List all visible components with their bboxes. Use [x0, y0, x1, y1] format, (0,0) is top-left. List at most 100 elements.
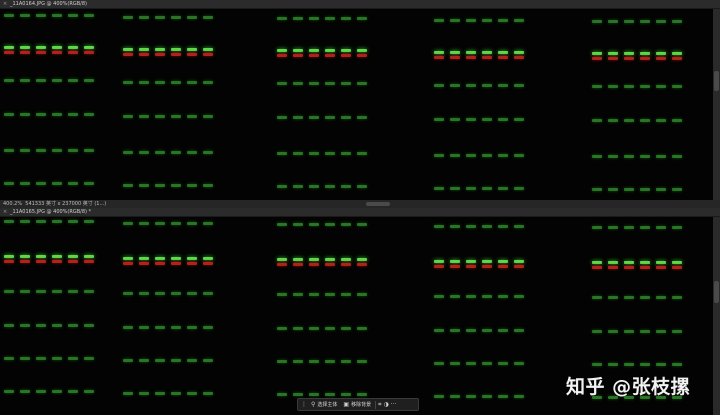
led-glow	[4, 149, 14, 152]
contextual-task-bar: ⋮ ⚲ 选择主体 ▣ 移除背景 ⌗ ◑ ···	[297, 398, 419, 411]
led-glow	[36, 46, 46, 49]
scrollbar-thumb[interactable]	[714, 71, 719, 91]
led-glow-red	[309, 263, 319, 267]
led-glow	[656, 155, 666, 159]
led-glow	[202, 183, 213, 187]
transform-icon[interactable]: ⌗	[378, 401, 381, 409]
led-glow	[154, 150, 165, 154]
led-glow-red	[138, 261, 149, 265]
led-glow	[481, 153, 492, 157]
led-glow-red	[293, 54, 303, 58]
led-glow	[672, 52, 682, 56]
horizontal-scrollbar-thumb[interactable]	[366, 202, 390, 206]
led-glow	[68, 46, 78, 49]
led-glow	[68, 113, 78, 116]
close-tab-icon[interactable]: ×	[3, 208, 10, 217]
led-glow	[170, 256, 181, 260]
led-glow	[202, 325, 213, 329]
led-glow	[624, 119, 634, 123]
led-glow	[357, 152, 367, 156]
vertical-scrollbar-bottom[interactable]	[713, 217, 720, 415]
led-glow-red	[341, 54, 351, 58]
led-glow	[449, 394, 460, 398]
led-glow	[309, 152, 319, 156]
led-glow	[624, 52, 634, 56]
led-glow	[341, 152, 351, 156]
led-glow-red	[357, 54, 367, 58]
led-glow	[68, 182, 78, 185]
led-glow	[465, 328, 476, 332]
led-glow	[186, 391, 197, 395]
led-glow	[624, 226, 634, 230]
led-glow	[481, 361, 492, 365]
led-glow	[52, 46, 62, 49]
led-glow-red	[68, 260, 78, 263]
scrollbar-thumb[interactable]	[714, 281, 719, 303]
led-glow	[170, 325, 181, 329]
led-glow	[433, 186, 444, 190]
led-glow	[186, 256, 197, 260]
led-glow-red	[68, 51, 78, 54]
led-glow	[154, 15, 165, 19]
more-options-icon[interactable]: ···	[391, 401, 397, 408]
led-glow	[309, 17, 319, 21]
led-glow-red	[325, 54, 335, 58]
document-tab-top[interactable]: × _11A0164.JPG @ 400%(RGB/8)	[0, 0, 720, 9]
led-glow	[449, 186, 460, 190]
led-glow	[656, 261, 666, 265]
led-glow	[608, 226, 618, 230]
led-glow	[20, 324, 30, 327]
led-glow	[84, 149, 94, 152]
led-glow	[656, 52, 666, 56]
led-glow	[608, 155, 618, 159]
led-glow	[4, 79, 14, 82]
led-glow	[497, 394, 508, 398]
adjustment-icon[interactable]: ◑	[384, 401, 389, 408]
led-glow	[154, 325, 165, 329]
led-glow	[640, 85, 650, 89]
led-glow-red	[52, 51, 62, 54]
led-glow	[513, 394, 524, 398]
led-glow	[4, 113, 14, 116]
led-glow	[465, 294, 476, 298]
led-glow	[672, 20, 682, 24]
led-glow	[592, 20, 602, 24]
remove-background-button[interactable]: ▣ 移除背景	[341, 400, 373, 409]
led-glow	[277, 82, 287, 86]
led-glow	[122, 256, 133, 260]
led-glow	[122, 80, 133, 84]
zoom-level[interactable]: 400.2%	[3, 201, 22, 207]
drag-handle-icon[interactable]: ⋮	[301, 401, 307, 408]
select-subject-button[interactable]: ⚲ 选择主体	[309, 400, 339, 409]
led-glow	[293, 185, 303, 189]
led-glow	[20, 255, 30, 258]
led-glow	[433, 83, 444, 87]
led-glow	[357, 116, 367, 120]
led-glow	[325, 17, 335, 21]
select-subject-label: 选择主体	[317, 402, 338, 408]
document-tab-bottom[interactable]: × _11A0165.JPG @ 400%(RGB/8) *	[0, 208, 720, 217]
led-glow	[68, 79, 78, 82]
led-glow	[52, 255, 62, 258]
led-glow	[20, 113, 30, 116]
close-tab-icon[interactable]: ×	[3, 0, 10, 9]
led-glow	[202, 221, 213, 225]
led-glow	[68, 324, 78, 327]
led-glow	[170, 80, 181, 84]
led-glow	[513, 83, 524, 87]
led-glow	[202, 15, 213, 19]
led-glow-red	[293, 263, 303, 267]
led-glow	[309, 293, 319, 297]
led-glow-red	[672, 266, 682, 270]
led-glow	[481, 294, 492, 298]
image-canvas-top[interactable]	[0, 9, 713, 200]
led-glow	[154, 358, 165, 362]
led-glow	[497, 83, 508, 87]
vertical-scrollbar-top[interactable]	[713, 9, 720, 200]
led-glow	[186, 150, 197, 154]
led-glow	[497, 186, 508, 190]
led-glow	[357, 17, 367, 21]
led-glow-red	[309, 54, 319, 58]
led-glow	[154, 47, 165, 51]
watermark: 知乎 @张枝摞	[566, 376, 691, 398]
